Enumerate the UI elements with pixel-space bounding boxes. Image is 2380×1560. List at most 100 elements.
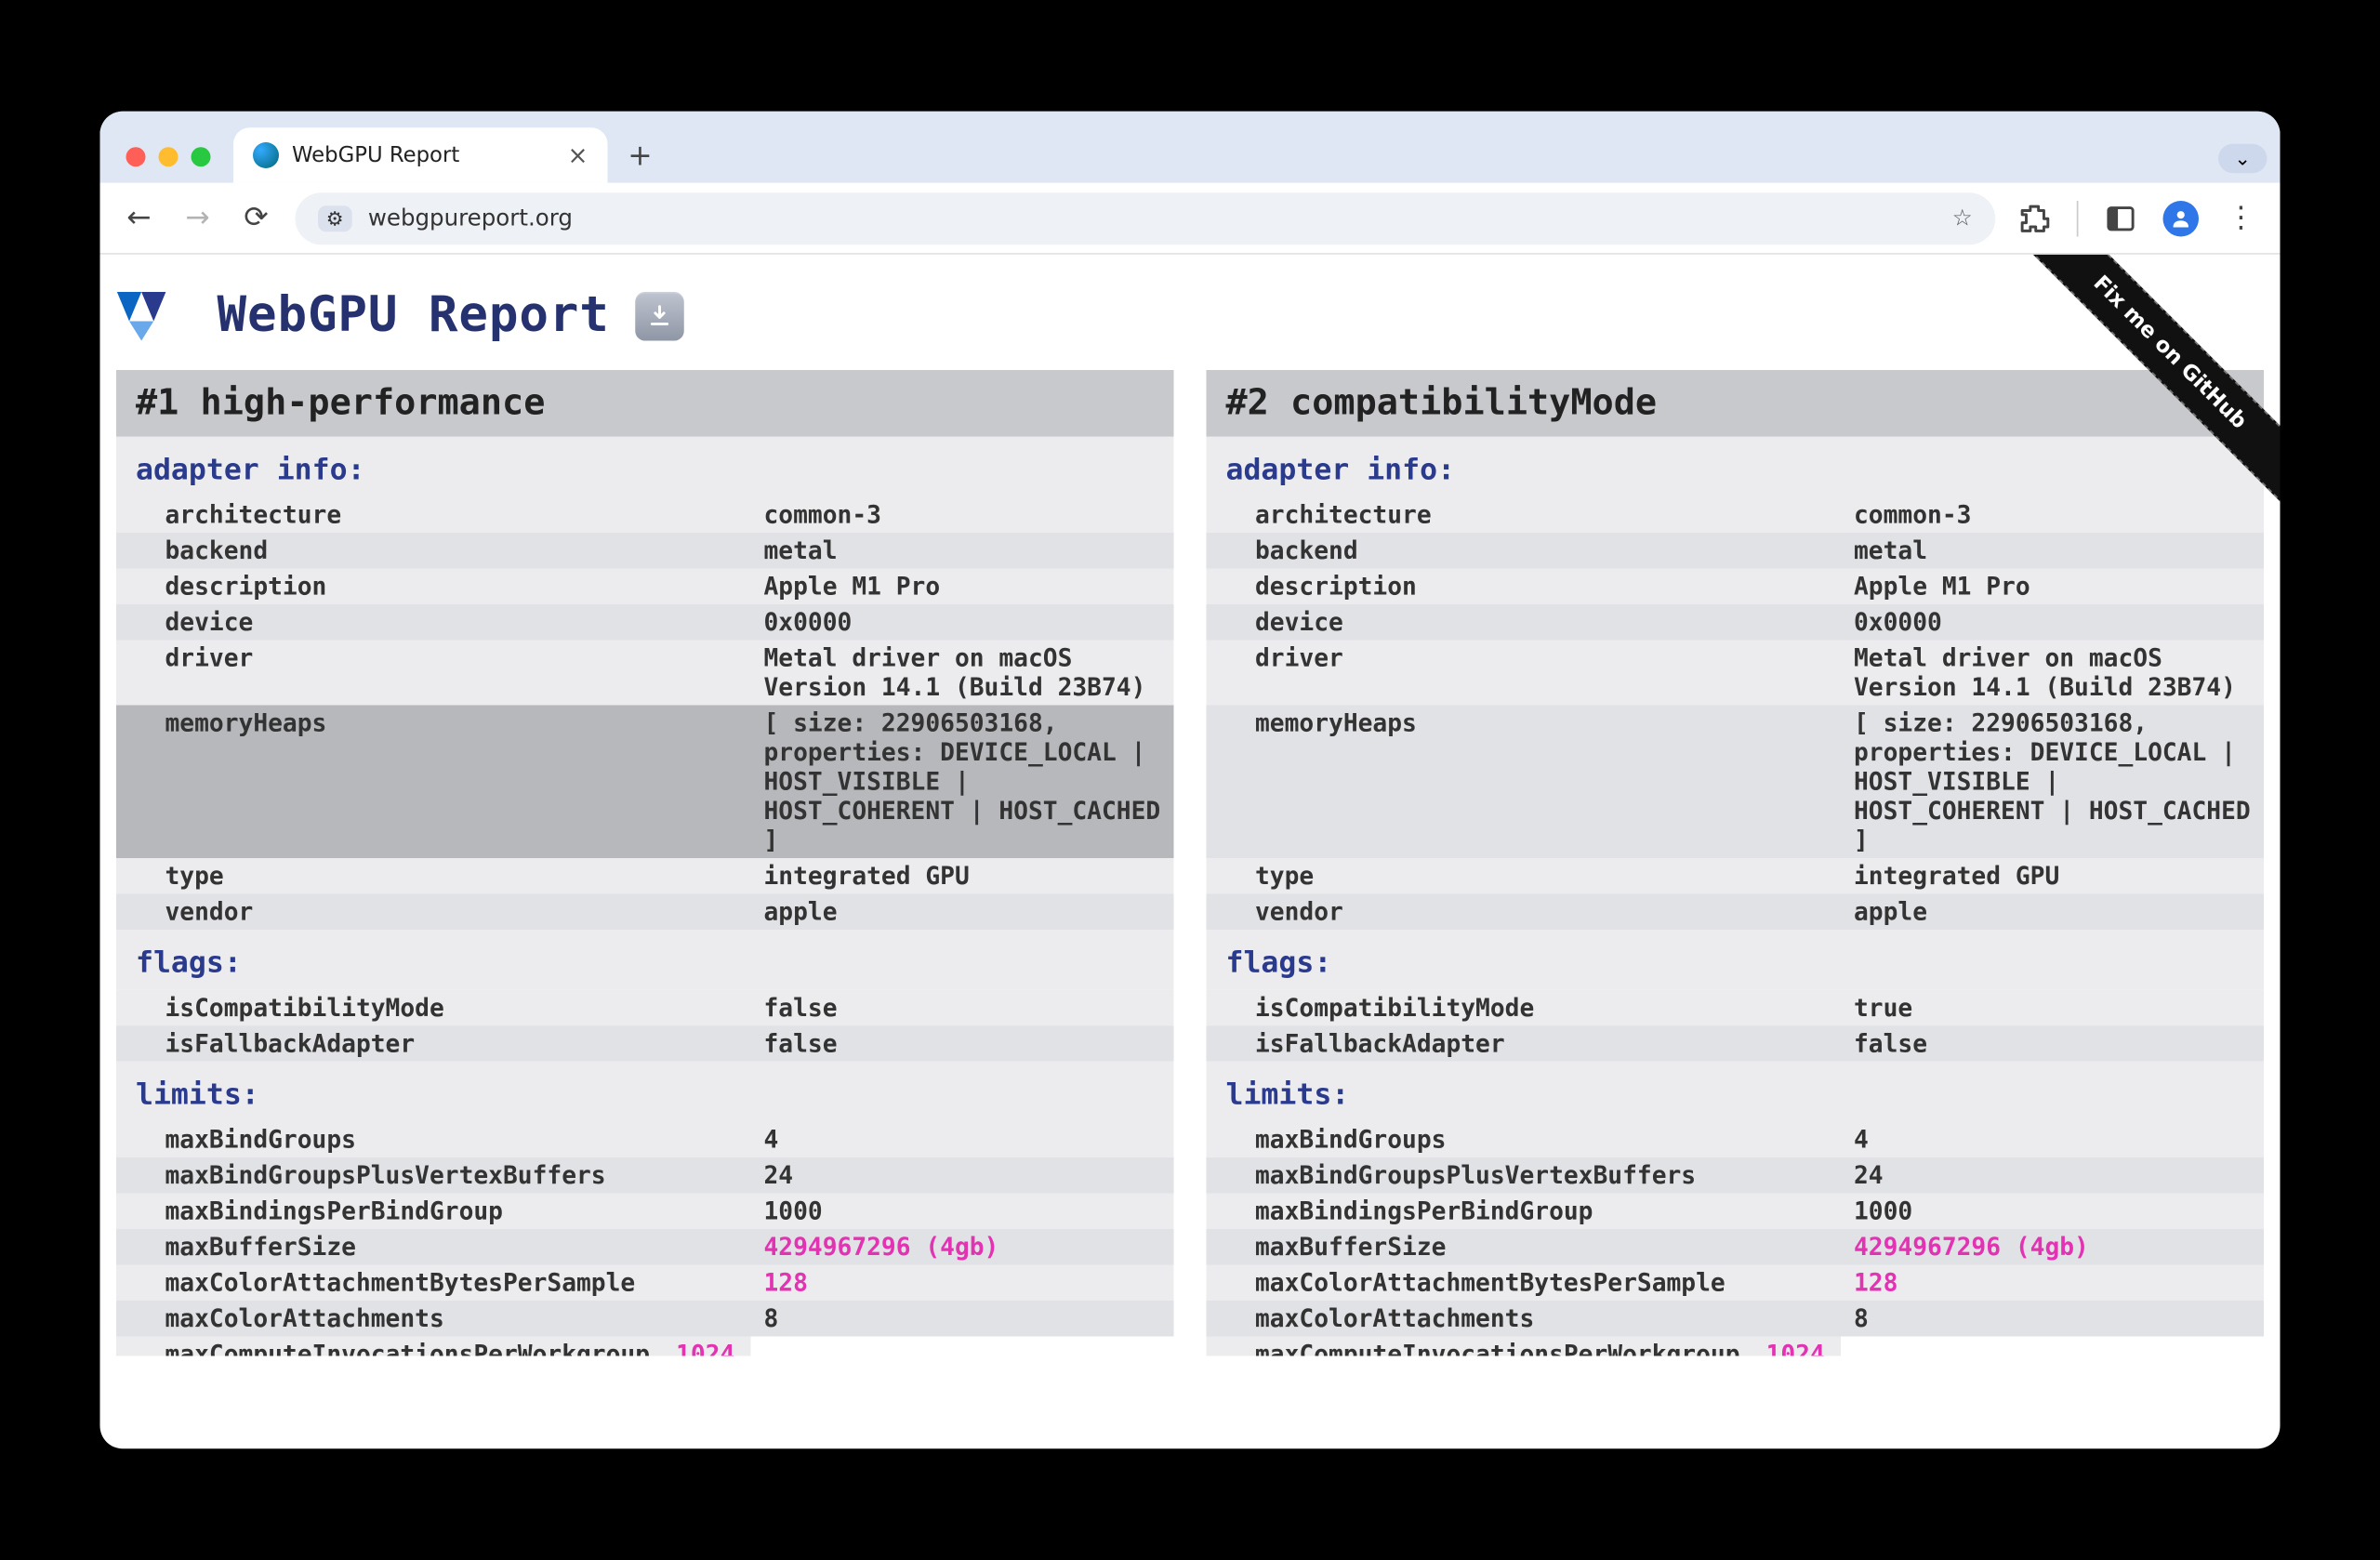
panels-container: #1 high-performanceadapter info:architec…: [116, 370, 2264, 1356]
tabs-dropdown-button[interactable]: ⌄: [2218, 144, 2268, 174]
row-key: device: [116, 604, 751, 641]
window-controls: [113, 147, 224, 183]
table-row: backendmetal: [116, 533, 1174, 569]
row-key: vendor: [1207, 894, 1842, 931]
kebab-menu-icon[interactable]: ⋮: [2222, 198, 2261, 237]
row-value: false: [751, 990, 1174, 1026]
table-row: maxColorAttachments8: [116, 1301, 1174, 1337]
row-key: maxColorAttachments: [116, 1301, 751, 1337]
row-value: metal: [1841, 533, 2264, 569]
row-value: common-3: [751, 497, 1174, 534]
kv-table: isCompatibilityModetrueisFallbackAdapter…: [1207, 990, 2265, 1062]
minimize-window-button[interactable]: [159, 147, 178, 166]
profile-avatar[interactable]: [2163, 200, 2200, 236]
row-value: 1000: [751, 1194, 1174, 1230]
browser-tab[interactable]: WebGPU Report ×: [233, 127, 608, 183]
table-row: maxBindGroups4: [1207, 1122, 2265, 1158]
row-key: backend: [1207, 533, 1842, 569]
kv-table: architecturecommon-3backendmetaldescript…: [1207, 497, 2265, 931]
table-row: isFallbackAdapterfalse: [1207, 1025, 2265, 1062]
table-row: memoryHeaps[ size: 22906503168, properti…: [116, 706, 1174, 859]
table-row: descriptionApple M1 Pro: [1207, 569, 2265, 605]
table-row: maxColorAttachmentBytesPerSample128: [1207, 1265, 2265, 1302]
page-title: WebGPU Report: [218, 287, 610, 344]
row-value: true: [1841, 990, 2264, 1026]
url-text: webgpureport.org: [368, 205, 573, 231]
table-row: maxBindGroups4: [116, 1122, 1174, 1158]
maximize-window-button[interactable]: [192, 147, 211, 166]
table-row: maxComputeInvocationsPerWorkgroup1024: [1207, 1337, 1842, 1356]
favicon-icon: [253, 142, 279, 168]
kv-table: maxBindGroups4maxBindGroupsPlusVertexBuf…: [116, 1122, 1174, 1356]
row-key: maxColorAttachmentBytesPerSample: [116, 1265, 751, 1302]
row-value: 4294967296 (4gb): [751, 1229, 1174, 1265]
row-value: [ size: 22906503168, properties: DEVICE_…: [751, 706, 1174, 859]
panel-heading: #2 compatibilityMode: [1207, 370, 2265, 437]
row-key: backend: [116, 533, 751, 569]
site-info-icon[interactable]: ⚙: [318, 205, 351, 231]
forward-button[interactable]: →: [178, 198, 218, 237]
table-row: maxBindGroupsPlusVertexBuffers24: [1207, 1157, 2265, 1194]
table-row: architecturecommon-3: [1207, 497, 2265, 534]
row-key: memoryHeaps: [116, 706, 751, 859]
row-value: false: [751, 1025, 1174, 1062]
section-title: flags:: [1207, 930, 2265, 990]
section-title: limits:: [116, 1062, 1174, 1122]
table-row: maxComputeInvocationsPerWorkgroup1024: [116, 1337, 751, 1356]
section-title: flags:: [116, 930, 1174, 990]
browser-toolbar: ← → ⟳ ⚙ webgpureport.org ☆ ⋮: [100, 183, 2281, 255]
close-window-button[interactable]: [126, 147, 146, 166]
new-tab-button[interactable]: +: [617, 133, 663, 178]
download-button[interactable]: [636, 291, 685, 340]
row-value: Metal driver on macOS Version 14.1 (Buil…: [1841, 641, 2264, 706]
table-row: descriptionApple M1 Pro: [116, 569, 1174, 605]
row-key: description: [116, 569, 751, 605]
page-content: Fix me on GitHub WebGPU Report #1 high-p…: [100, 255, 2281, 1449]
address-bar[interactable]: ⚙ webgpureport.org ☆: [296, 192, 1996, 244]
back-button[interactable]: ←: [120, 198, 159, 237]
row-value: integrated GPU: [1841, 858, 2264, 894]
row-key: maxBindGroupsPlusVertexBuffers: [1207, 1157, 1842, 1194]
page-header: WebGPU Report: [116, 271, 2264, 370]
row-key: maxBindGroupsPlusVertexBuffers: [116, 1157, 751, 1194]
section-title: adapter info:: [116, 437, 1174, 497]
section-title: adapter info:: [1207, 437, 2265, 497]
row-value: 128: [1841, 1265, 2264, 1302]
table-row: vendorapple: [1207, 894, 2265, 931]
row-value: 1000: [1841, 1194, 2264, 1230]
row-key: maxComputeInvocationsPerWorkgroup: [116, 1337, 663, 1356]
row-value: 0x0000: [751, 604, 1174, 641]
section-title: limits:: [1207, 1062, 2265, 1122]
kv-table: maxBindGroups4maxBindGroupsPlusVertexBuf…: [1207, 1122, 2265, 1356]
row-key: maxBufferSize: [1207, 1229, 1842, 1265]
table-row: isCompatibilityModefalse: [116, 990, 1174, 1026]
row-value: Apple M1 Pro: [1841, 569, 2264, 605]
table-row: isFallbackAdapterfalse: [116, 1025, 1174, 1062]
row-key: device: [1207, 604, 1842, 641]
close-tab-button[interactable]: ×: [567, 140, 588, 170]
extensions-icon[interactable]: [2015, 198, 2054, 237]
row-key: isCompatibilityMode: [116, 990, 751, 1026]
table-row: maxBufferSize4294967296 (4gb): [1207, 1229, 2265, 1265]
adapter-panel: #2 compatibilityModeadapter info:archite…: [1207, 370, 2265, 1356]
row-key: driver: [1207, 641, 1842, 706]
reload-button[interactable]: ⟳: [237, 198, 276, 237]
table-row: maxBindingsPerBindGroup1000: [1207, 1194, 2265, 1230]
table-row: driverMetal driver on macOS Version 14.1…: [116, 641, 1174, 706]
row-value: 1024: [663, 1337, 750, 1356]
row-value: apple: [751, 894, 1174, 931]
table-row: driverMetal driver on macOS Version 14.1…: [1207, 641, 2265, 706]
table-row: device0x0000: [1207, 604, 2265, 641]
row-value: 8: [1841, 1301, 2264, 1337]
row-key: vendor: [116, 894, 751, 931]
row-value: apple: [1841, 894, 2264, 931]
side-panel-icon[interactable]: [2101, 198, 2140, 237]
row-key: maxColorAttachmentBytesPerSample: [1207, 1265, 1842, 1302]
row-key: maxBindingsPerBindGroup: [1207, 1194, 1842, 1230]
row-key: memoryHeaps: [1207, 706, 1842, 859]
row-value: Apple M1 Pro: [751, 569, 1174, 605]
table-row: vendorapple: [116, 894, 1174, 931]
row-value: 0x0000: [1841, 604, 2264, 641]
bookmark-star-icon[interactable]: ☆: [1952, 205, 1973, 231]
table-row: maxColorAttachmentBytesPerSample128: [116, 1265, 1174, 1302]
